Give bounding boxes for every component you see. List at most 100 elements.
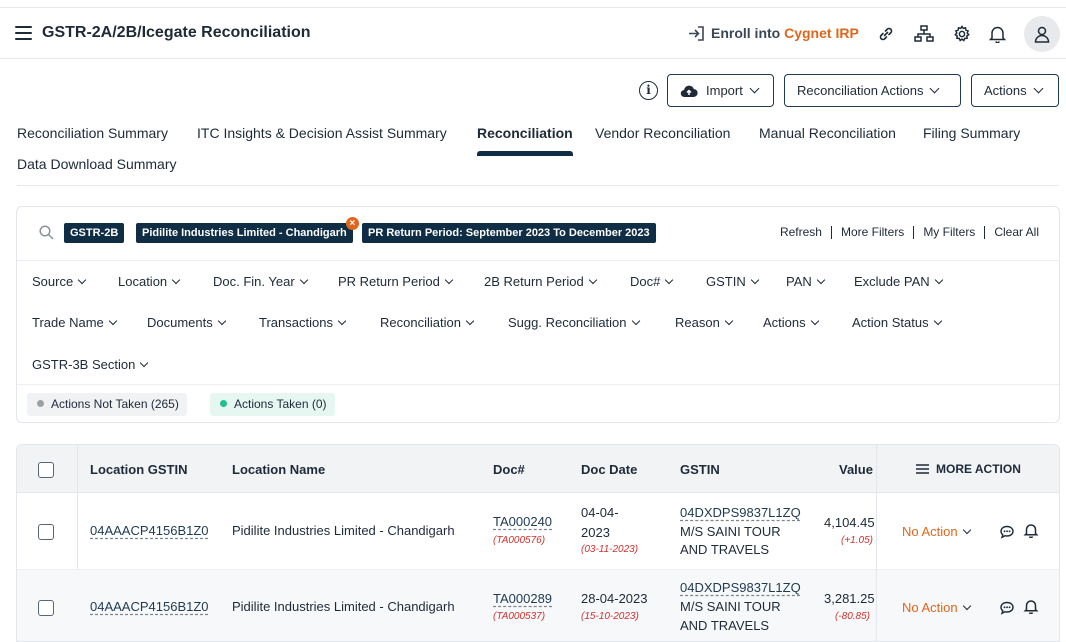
doc-date: 28-04-2023 [581,591,648,606]
doc-no-link[interactable]: TA000289 [493,591,552,606]
filter-divider [17,260,1059,261]
user-icon [1034,26,1050,43]
filter-reconciliation[interactable]: Reconciliation [380,315,475,330]
col-location-gstin[interactable]: Location GSTIN [90,462,188,477]
filter-transactions[interactable]: Transactions [259,315,347,330]
import-button[interactable]: Import [667,74,774,107]
chevron-down-icon [930,83,940,94]
link-icon[interactable] [875,23,897,45]
menu-icon[interactable] [15,26,32,40]
actions-not-taken-filter[interactable]: Actions Not Taken (265) [27,393,187,416]
vendor-name: M/S SAINI TOUR [680,524,781,539]
row-checkbox[interactable] [38,600,54,616]
close-icon[interactable]: × [345,217,359,230]
filter-exclude-pan[interactable]: Exclude PAN [854,274,943,289]
search-icon[interactable] [39,225,54,240]
filter-panel: GSTR-2B Pidilite Industries Limited - Ch… [16,206,1060,423]
tab-filing-summary[interactable]: Filing Summary [923,125,1020,141]
doc-date-sub: (03-11-2023) [581,544,639,555]
reconciliation-actions-label: Reconciliation Actions [797,83,924,98]
chevron-down-icon [108,316,118,326]
filter-gstr-3b-section[interactable]: GSTR-3B Section [32,357,149,372]
filter-source[interactable]: Source [32,274,87,289]
filter-chip-source[interactable]: GSTR-2B [64,223,125,243]
vendor-name-cont: AND TRAVELS [680,542,770,557]
filter-sugg-reconciliation[interactable]: Sugg. Reconciliation [508,315,640,330]
filter-pr-return-period[interactable]: PR Return Period [338,274,454,289]
select-all-checkbox[interactable] [38,462,54,478]
gear-icon[interactable] [951,23,973,45]
filter-reason[interactable]: Reason [675,315,734,330]
location-gstin-link[interactable]: 04AAACP4156B1Z0 [90,523,209,538]
filter-documents[interactable]: Documents [147,315,226,330]
filter-2b-return-period[interactable]: 2B Return Period [484,274,597,289]
info-icon[interactable]: i [639,81,658,100]
col-doc-no[interactable]: Doc# [493,462,525,477]
filter-actions[interactable]: Actions [763,315,819,330]
tab-vendor-reconciliation[interactable]: Vendor Reconciliation [595,125,730,141]
filter-divider [17,384,1059,385]
doc-no-link[interactable]: TA000240 [493,514,552,529]
refresh-link[interactable]: Refresh [771,226,831,239]
actions-label: Actions [984,83,1027,98]
row-checkbox[interactable] [38,524,54,540]
chevron-down-icon [749,83,760,94]
tab-manual-reconciliation[interactable]: Manual Reconciliation [759,125,896,141]
more-action-column [876,445,1059,641]
my-filters-link[interactable]: My Filters [913,226,984,239]
filter-doc-fin-year[interactable]: Doc. Fin. Year [213,274,308,289]
col-location-name[interactable]: Location Name [232,462,325,477]
tab-reconciliation-summary[interactable]: Reconciliation Summary [17,125,168,141]
chevron-down-icon [933,316,942,326]
actions-button[interactable]: Actions [971,74,1059,107]
bell-icon[interactable] [986,23,1008,45]
tabs-divider [17,185,1059,186]
chevron-down-icon [750,275,759,285]
reconciliation-table: Location GSTIN Location Name Doc# Doc Da… [16,444,1060,642]
chevron-down-icon [1033,83,1044,94]
tab-reconciliation[interactable]: Reconciliation [477,125,573,156]
chevron-down-icon [337,316,347,326]
reconciliation-actions-button[interactable]: Reconciliation Actions [784,74,961,107]
col-value[interactable]: Value [839,462,873,477]
value: 4,104.45 [824,515,875,530]
enroll-brand: Cygnet IRP [784,25,859,41]
col-doc-date[interactable]: Doc Date [581,462,637,477]
actions-taken-filter[interactable]: Actions Taken (0) [210,393,335,416]
status-dot [37,400,44,408]
col-gstin[interactable]: GSTIN [680,462,720,477]
avatar[interactable] [1024,16,1060,52]
enroll-irp-link[interactable]: Enroll into Cygnet IRP [688,25,859,41]
login-arrow-icon [689,25,704,41]
filter-gstin[interactable]: GSTIN [706,274,759,289]
location-name: Pidilite Industries Limited - Chandigarh [232,523,455,538]
value: 3,281.25 [824,591,875,606]
filter-chip-return-period[interactable]: PR Return Period: September 2023 To Dece… [362,223,656,243]
import-label: Import [706,83,743,98]
filter-action-status[interactable]: Action Status [852,315,942,330]
location-name: Pidilite Industries Limited - Chandigarh [232,599,455,614]
chevron-down-icon [665,275,674,285]
hierarchy-icon[interactable] [913,23,935,45]
filter-trade-name[interactable]: Trade Name [32,315,118,330]
top-border [0,0,1066,8]
cloud-upload-icon [680,85,698,97]
tab-itc-insights[interactable]: ITC Insights & Decision Assist Summary [197,125,447,141]
more-filters-link[interactable]: More Filters [830,226,913,239]
filter-pan[interactable]: PAN [786,274,826,289]
filter-doc-no[interactable]: Doc# [630,274,674,289]
chevron-down-icon [588,275,597,285]
tab-data-download-summary[interactable]: Data Download Summary [17,156,177,172]
filter-location[interactable]: Location [118,274,181,289]
gstin-link[interactable]: 04DXDPS9837L1ZQ [680,580,801,595]
enroll-prefix: Enroll into [711,25,785,41]
filter-chip-location[interactable]: Pidilite Industries Limited - Chandigarh… [136,217,359,243]
location-gstin-link[interactable]: 04AAACP4156B1Z0 [90,599,209,614]
doc-date: 04-04- [581,505,619,520]
doc-date-sub: (15-10-2023) [581,611,639,622]
chevron-down-icon [934,275,943,285]
chevron-down-icon [299,275,308,285]
gstin-link[interactable]: 04DXDPS9837L1ZQ [680,505,801,520]
clear-all-link[interactable]: Clear All [984,226,1039,239]
filter-chip-location-label: Pidilite Industries Limited - Chandigarh [142,227,347,239]
